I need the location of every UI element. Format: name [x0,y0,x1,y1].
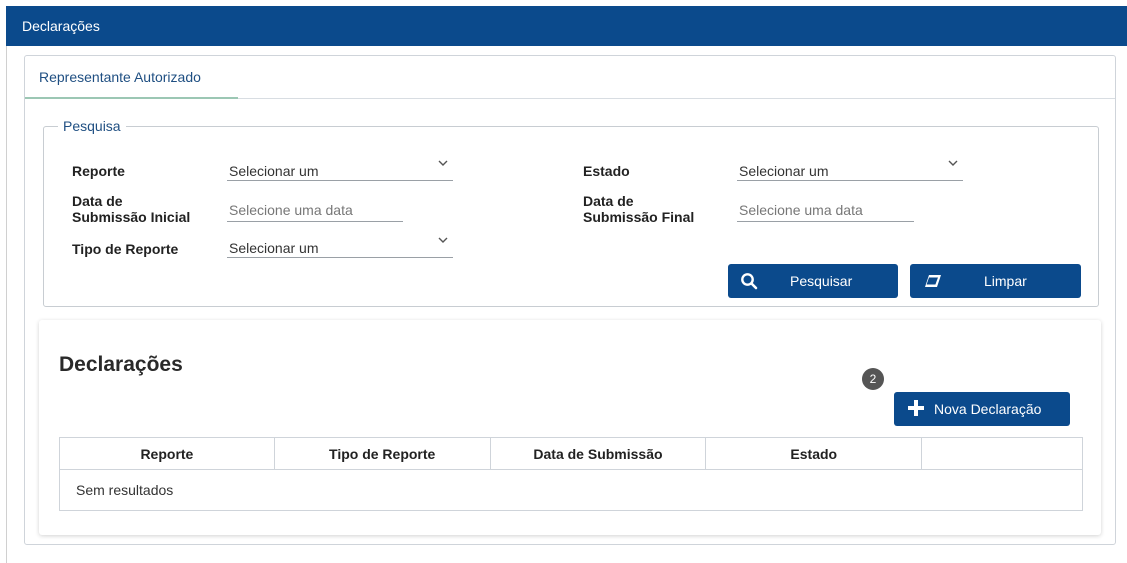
data-final-label-line1: Data de [583,193,634,209]
search-button-label: Pesquisar [790,273,853,289]
column-header-reporte[interactable]: Reporte [59,437,275,470]
data-inicial-placeholder: Selecione uma data [229,202,353,218]
data-inicial-label-line2: Submissão Inicial [72,209,191,225]
search-button[interactable]: Pesquisar [728,264,898,298]
tab-strip: Representante Autorizado [25,56,1115,99]
eraser-icon [925,275,941,287]
data-inicial-input[interactable]: Selecione uma data [227,200,403,222]
page-divider [6,46,7,563]
plus-icon [908,400,924,416]
main-card: Representante Autorizado Pesquisa Report… [24,55,1116,545]
estado-label: Estado [583,163,630,179]
table-header-row: Reporte Tipo de Reporte Data de Submissã… [59,437,1083,470]
data-final-label: Data de Submissão Final [583,193,723,225]
results-card: Declarações 2 Nova Declaração Reporte Ti… [39,320,1101,535]
search-fieldset: Pesquisa Reporte Selecionar um Estado Se… [43,118,1099,307]
data-inicial-label: Data de Submissão Inicial [72,193,212,225]
chevron-down-icon [437,234,449,249]
data-inicial-label-line1: Data de [72,193,123,209]
column-header-estado[interactable]: Estado [705,437,923,470]
chevron-down-icon [947,157,959,172]
chevron-down-icon [437,157,449,172]
data-final-label-line2: Submissão Final [583,209,695,225]
tipo-reporte-select[interactable]: Selecionar um [227,236,453,258]
clear-button[interactable]: Limpar [910,264,1081,298]
search-legend: Pesquisa [58,118,126,134]
tab-label: Representante Autorizado [39,69,201,85]
column-header-tipo-reporte[interactable]: Tipo de Reporte [273,437,491,470]
data-final-placeholder: Selecione uma data [739,202,863,218]
results-table: Reporte Tipo de Reporte Data de Submissã… [59,437,1083,511]
column-header-actions [921,437,1083,470]
data-final-input[interactable]: Selecione uma data [737,200,914,222]
tipo-reporte-select-value: Selecionar um [229,240,319,256]
tipo-reporte-label: Tipo de Reporte [72,241,179,257]
page-title: Declarações [22,18,100,34]
tab-representante-autorizado[interactable]: Representante Autorizado [25,56,238,99]
new-declaration-label: Nova Declaração [934,401,1042,417]
page-header: Declarações [6,6,1127,46]
reporte-select[interactable]: Selecionar um [227,159,453,181]
column-header-data-submissao[interactable]: Data de Submissão [489,437,707,470]
step-badge: 2 [862,368,884,390]
search-icon [741,273,758,290]
empty-results-text: Sem resultados [59,469,1083,511]
reporte-select-value: Selecionar um [229,163,319,179]
estado-select-value: Selecionar um [739,163,829,179]
clear-button-label: Limpar [984,273,1027,289]
table-row: Sem resultados [59,469,1083,511]
new-declaration-button[interactable]: Nova Declaração [894,392,1070,426]
results-title: Declarações [59,353,183,376]
estado-select[interactable]: Selecionar um [737,159,963,181]
reporte-label: Reporte [72,163,125,179]
